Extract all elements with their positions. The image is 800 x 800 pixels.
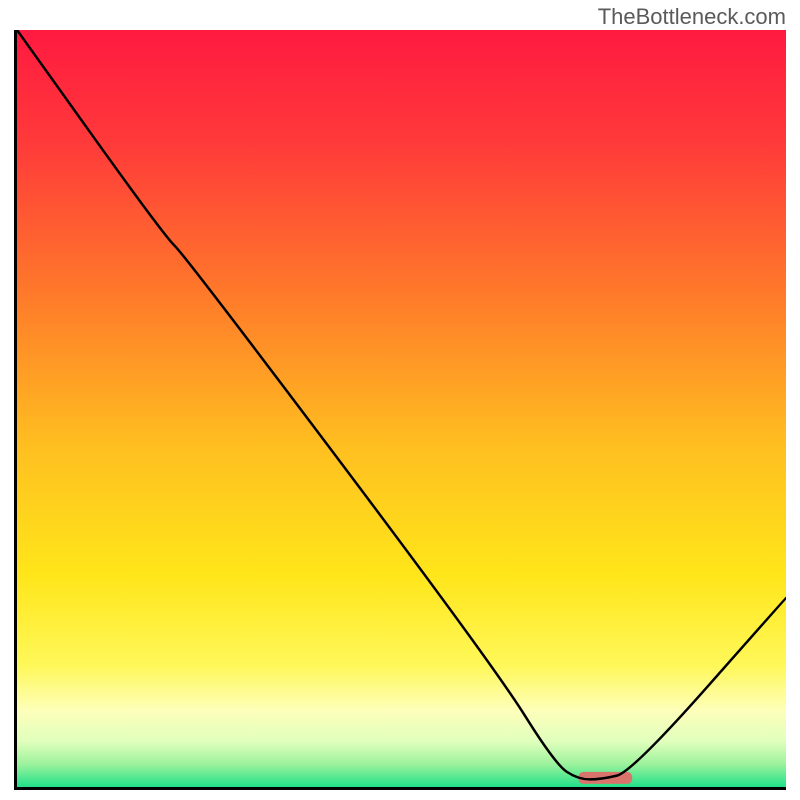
watermark-text: TheBottleneck.com <box>598 4 786 30</box>
chart-area <box>14 30 786 790</box>
gradient-background <box>17 30 786 787</box>
chart-svg <box>17 30 786 787</box>
